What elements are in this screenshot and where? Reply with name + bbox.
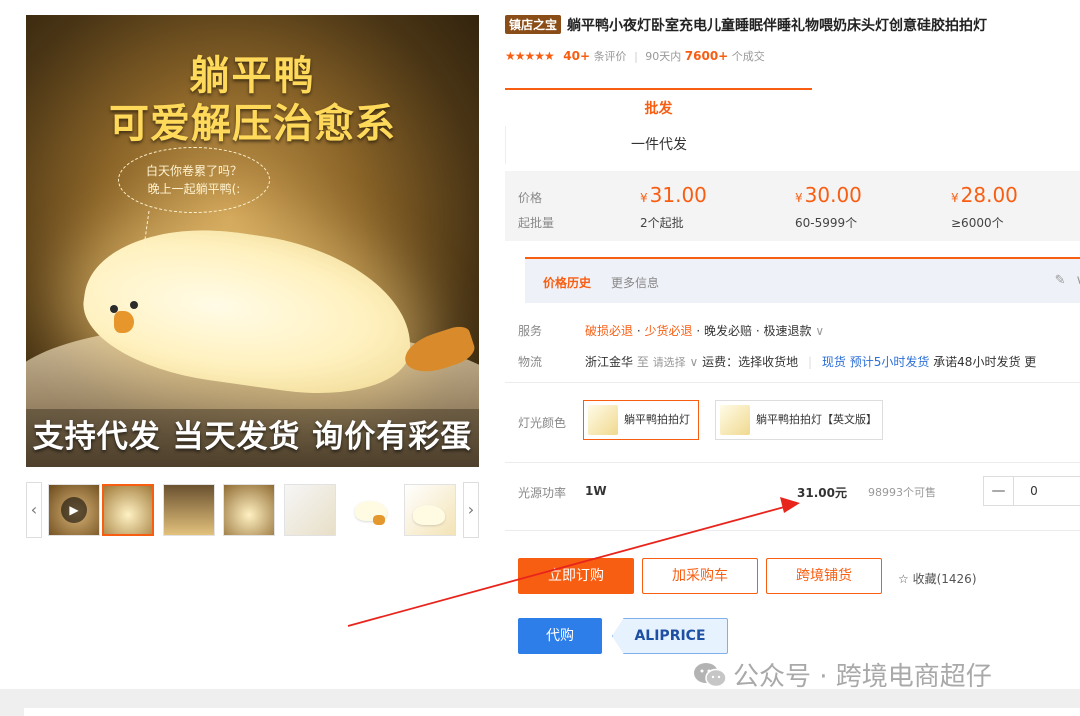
decrease-quantity-button[interactable]: — [984,477,1014,505]
sales-period: 90天内 [645,50,682,63]
watermark: 公众号 · 跨境电商超仔 [693,656,992,693]
star-rating-icon: ★★★★★ [505,49,555,63]
thumbnail-5[interactable] [344,484,396,536]
chevron-down-icon[interactable]: ∨ [1075,273,1080,288]
product-info: 镇店之宝 躺平鸭小夜灯卧室充电儿童睡眠伴睡礼物喂奶床头灯创意硅胶拍拍灯 ★★★★★… [505,0,1080,716]
rating-row: ★★★★★ 40+ 条评价 | 90天内 7600+ 个成交 [505,49,765,63]
price-tiers: 价格 起批量 ¥31.00 2个起批 ¥30.00 60-5999个 ¥28.0… [505,171,1080,241]
divider [505,382,1080,383]
thumbnail-6[interactable] [404,484,456,536]
service-guarantees: 破损必退 · 少货必退 · 晚发必赔 · 极速退款 ∨ [585,324,825,338]
logistics-label: 物流 [518,355,543,369]
favorite-button[interactable]: ☆ 收藏(1426) [898,570,977,587]
service-fast-refund: 极速退款 [763,324,812,338]
image-headline-2: 可爱解压治愈系 [109,101,396,147]
price-history-panel: 价格历史 更多信息 ✎∨ [525,257,1080,303]
duck-feet-thumbnail [373,515,385,525]
review-label: 条评价 [593,50,627,63]
product-detail-page: 躺平鸭 可爱解压治愈系 白天你卷累了吗？ 晚上一起躺平鸭(: 支持代发 当天发货… [0,0,1080,716]
sales-label: 个成交 [731,50,765,63]
shipping-promise: 承诺48小时发货 [933,355,1021,369]
main-product-image[interactable]: 躺平鸭 可爱解压治愈系 白天你卷累了吗？ 晚上一起躺平鸭(: 支持代发 当天发货… [26,15,479,467]
tier-range-3: ≥6000个 [951,216,1004,230]
bottom-section-card [24,708,1080,716]
quantity-stepper: — [983,476,1080,506]
duck-eye-icon [130,301,138,309]
order-now-button[interactable]: 立即订购 [518,558,634,594]
image-banner: 支持代发 当天发货 询价有彩蛋 [26,409,479,467]
product-title-row: 镇店之宝 躺平鸭小夜灯卧室充电儿童睡眠伴睡礼物喂奶床头灯创意硅胶拍拍灯 [505,15,987,35]
tab-price-history[interactable]: 价格历史 [543,274,591,291]
thumbnail-3[interactable] [223,484,275,536]
thumbnail-1[interactable] [102,484,154,536]
freight-info: 运费：选择收货地 [702,355,799,369]
tier-range-1: 2个起批 [640,216,684,230]
bubble-line-1: 白天你卷累了吗？ [145,164,242,178]
tier-price-2: ¥30.00 [795,183,862,207]
purchase-mode-tabs: 批发 一件代发 [505,88,812,166]
bubble-line-2: 晚上一起躺平鸭(: [147,182,241,196]
ship-from: 浙江金华 [585,355,634,369]
tab-more-info[interactable]: 更多信息 [611,274,659,291]
thumbnail-2[interactable] [163,484,215,536]
spec-stock: 98993个可售 [868,486,936,499]
duck-beak [114,311,134,333]
spec-row: 光源功率 1W 31.00元 98993个可售 — [505,476,1080,506]
logistics-info: 浙江金华 至 请选择 ∨ 运费：选择收货地 | 现货 预计5小时发货 承诺48小… [585,355,1037,369]
service-shortage-return: 少货必退 [644,324,693,338]
service-late-compensation: 晚发必赔 [704,324,753,338]
thumbnail-video[interactable]: ▶ [48,484,100,536]
shipping-eta: 预计5小时发货 [849,355,930,369]
proxy-buy-button[interactable]: 代购 [518,618,602,654]
history-tools: ✎∨ [1055,273,1080,288]
add-to-cart-button[interactable]: 加采购车 [642,558,758,594]
quantity-input[interactable] [1014,477,1054,505]
aliprice-button[interactable]: ALIPRICE [612,618,728,654]
tab-dropship[interactable]: 一件代发 [505,126,812,164]
sku-thumbnail [588,405,618,435]
tab-wholesale[interactable]: 批发 [505,88,812,126]
store-treasure-badge: 镇店之宝 [505,15,562,34]
stock-type: 现货 [821,355,846,369]
divider [505,530,1080,531]
chevron-down-icon[interactable]: ∨ [690,355,699,369]
spec-price: 31.00元 [797,486,847,500]
chevron-down-icon[interactable]: ∨ [815,324,824,338]
product-title: 躺平鸭小夜灯卧室充电儿童睡眠伴睡礼物喂奶床头灯创意硅胶拍拍灯 [567,18,988,34]
tier-price-1: ¥31.00 [640,183,707,207]
thumbnail-next-button[interactable]: › [463,482,479,538]
sku-option-standard[interactable]: 躺平鸭拍拍灯 [583,400,699,440]
spec-label: 光源功率 [518,486,567,500]
spec-name: 1W [585,484,607,498]
moq-label: 起批量 [518,216,555,230]
service-label: 服务 [518,324,543,338]
wechat-icon [694,663,727,688]
thumbnail-prev-button[interactable]: ‹ [26,482,42,538]
sku-color-label: 灯光颜色 [518,416,567,430]
thumbnail-strip: ‹ ▶ › [26,482,479,538]
divider [505,462,1080,463]
cross-border-list-button[interactable]: 跨境铺货 [766,558,882,594]
play-icon: ▶ [61,497,87,523]
logistics-more[interactable]: 更 [1024,355,1036,369]
service-damage-return: 破损必退 [585,324,634,338]
review-count[interactable]: 40+ [563,49,590,63]
sku-thumbnail [720,405,750,435]
sales-count: 7600+ [684,49,729,63]
tier-price-3: ¥28.00 [951,183,1018,207]
edit-icon[interactable]: ✎ [1055,273,1066,288]
sku-option-english[interactable]: 躺平鸭拍拍灯【英文版】 [715,400,883,440]
thumbnail-4[interactable] [284,484,336,536]
destination-select[interactable]: 请选择 [653,356,686,369]
star-outline-icon: ☆ [898,572,909,586]
price-label: 价格 [518,191,543,205]
speech-bubble: 白天你卷累了吗？ 晚上一起躺平鸭(: [118,147,270,213]
watermark-text: 公众号 · 跨境电商超仔 [733,662,992,692]
duck-box-thumbnail-icon [413,505,445,525]
tier-range-2: 60-5999个 [795,216,858,230]
